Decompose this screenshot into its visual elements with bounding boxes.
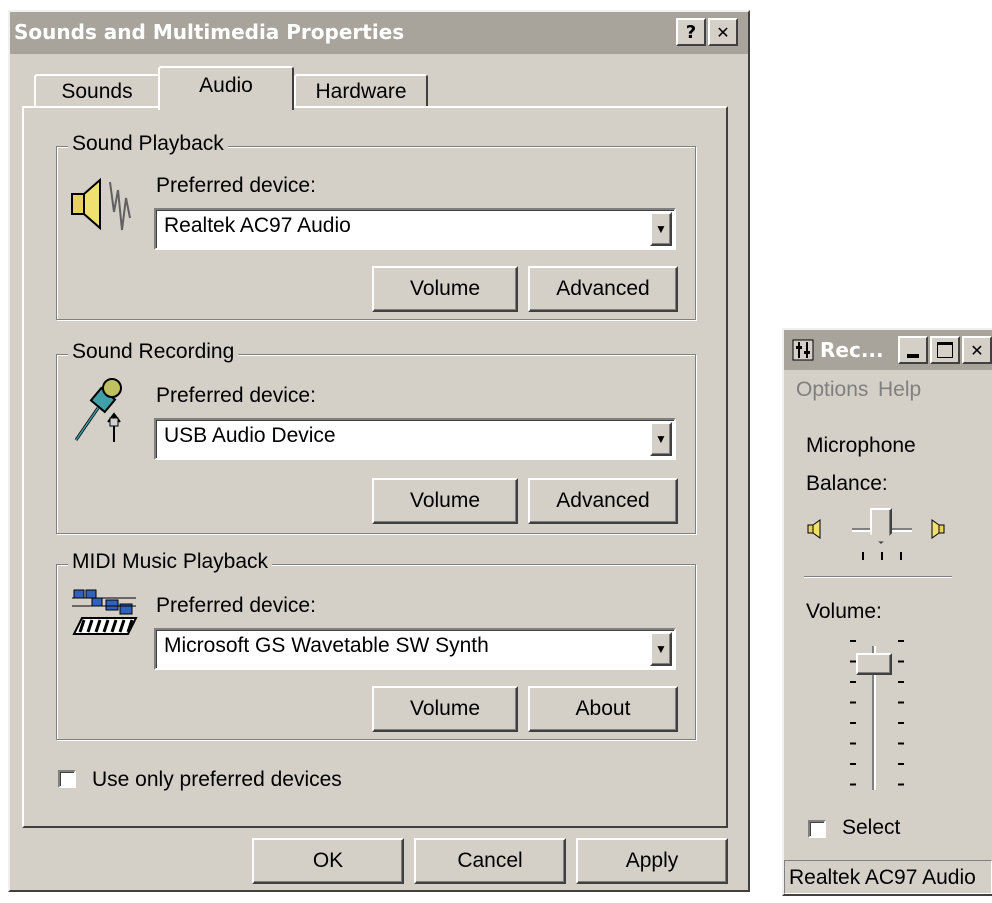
recorder-title: Rec... <box>820 338 884 362</box>
tab-sounds[interactable]: Sounds <box>34 74 160 108</box>
playback-device-value: Realtek AC97 Audio <box>164 214 351 237</box>
midi-playback-label: MIDI Music Playback <box>68 550 273 574</box>
ok-button[interactable]: OK <box>252 838 404 884</box>
chevron-down-icon[interactable]: ▼ <box>650 422 672 456</box>
midi-preferred-label: Preferred device: <box>156 594 316 617</box>
status-text: Realtek AC97 Audio <box>789 866 976 889</box>
select-label: Select <box>842 816 901 839</box>
volume-slider[interactable] <box>844 640 908 796</box>
dialog-title: Sounds and Multimedia Properties <box>14 20 405 44</box>
playback-advanced-button[interactable]: Advanced <box>528 266 678 312</box>
close-button[interactable]: ✕ <box>708 18 738 46</box>
recorder-close-button[interactable]: ✕ <box>962 336 992 364</box>
midi-device-value: Microsoft GS Wavetable SW Synth <box>164 634 489 657</box>
speaker-icon <box>71 177 131 231</box>
midi-volume-button[interactable]: Volume <box>372 686 518 732</box>
playback-preferred-label: Preferred device: <box>156 174 316 197</box>
volume-ticks-right <box>898 640 904 786</box>
use-only-preferred-label: Use only preferred devices <box>92 768 342 791</box>
chevron-down-icon[interactable]: ▼ <box>650 632 672 666</box>
menu-help[interactable]: Help <box>878 378 921 402</box>
channel-name: Microphone <box>806 434 916 457</box>
playback-volume-button[interactable]: Volume <box>372 266 518 312</box>
playback-device-select[interactable]: Realtek AC97 Audio ▼ <box>154 208 676 250</box>
apply-button[interactable]: Apply <box>576 838 728 884</box>
tab-hardware[interactable]: Hardware <box>294 74 428 108</box>
volume-label: Volume: <box>806 600 882 623</box>
select-checkbox[interactable] <box>808 820 826 838</box>
cancel-button[interactable]: Cancel <box>414 838 566 884</box>
maximize-icon <box>937 342 953 358</box>
dialog-titlebar[interactable]: Sounds and Multimedia Properties <box>10 12 748 54</box>
keyboard-icon <box>72 589 138 635</box>
minimize-icon <box>907 354 919 358</box>
midi-about-button[interactable]: About <box>528 686 678 732</box>
balance-slider[interactable] <box>800 506 970 570</box>
menu-options[interactable]: Options <box>796 378 868 402</box>
maximize-button[interactable] <box>930 336 960 364</box>
speaker-left-icon <box>807 519 821 539</box>
balance-label: Balance: <box>806 472 888 495</box>
divider <box>804 576 952 578</box>
volume-thumb[interactable] <box>856 653 892 675</box>
speaker-right-icon <box>931 519 945 539</box>
tab-audio[interactable]: Audio <box>158 66 294 110</box>
close-icon: ✕ <box>970 340 984 360</box>
help-button[interactable]: ? <box>676 18 706 46</box>
balance-ticks <box>862 552 902 560</box>
recording-device-select[interactable]: USB Audio Device ▼ <box>154 418 676 460</box>
sound-recording-label: Sound Recording <box>68 340 239 364</box>
chevron-down-icon[interactable]: ▼ <box>650 212 672 246</box>
microphone-icon <box>74 378 122 442</box>
status-bar: Realtek AC97 Audio <box>784 860 992 894</box>
recorder-titlebar[interactable]: Rec... <box>784 330 992 370</box>
balance-thumb[interactable] <box>870 508 892 544</box>
close-icon: ✕ <box>716 22 730 42</box>
mixer-icon <box>792 339 814 361</box>
midi-device-select[interactable]: Microsoft GS Wavetable SW Synth ▼ <box>154 628 676 670</box>
recording-preferred-label: Preferred device: <box>156 384 316 407</box>
recording-device-value: USB Audio Device <box>164 424 336 447</box>
sound-playback-label: Sound Playback <box>68 132 228 156</box>
use-only-preferred-checkbox[interactable] <box>58 770 76 788</box>
minimize-button[interactable] <box>898 336 928 364</box>
recording-volume-button[interactable]: Volume <box>372 478 518 524</box>
recording-advanced-button[interactable]: Advanced <box>528 478 678 524</box>
